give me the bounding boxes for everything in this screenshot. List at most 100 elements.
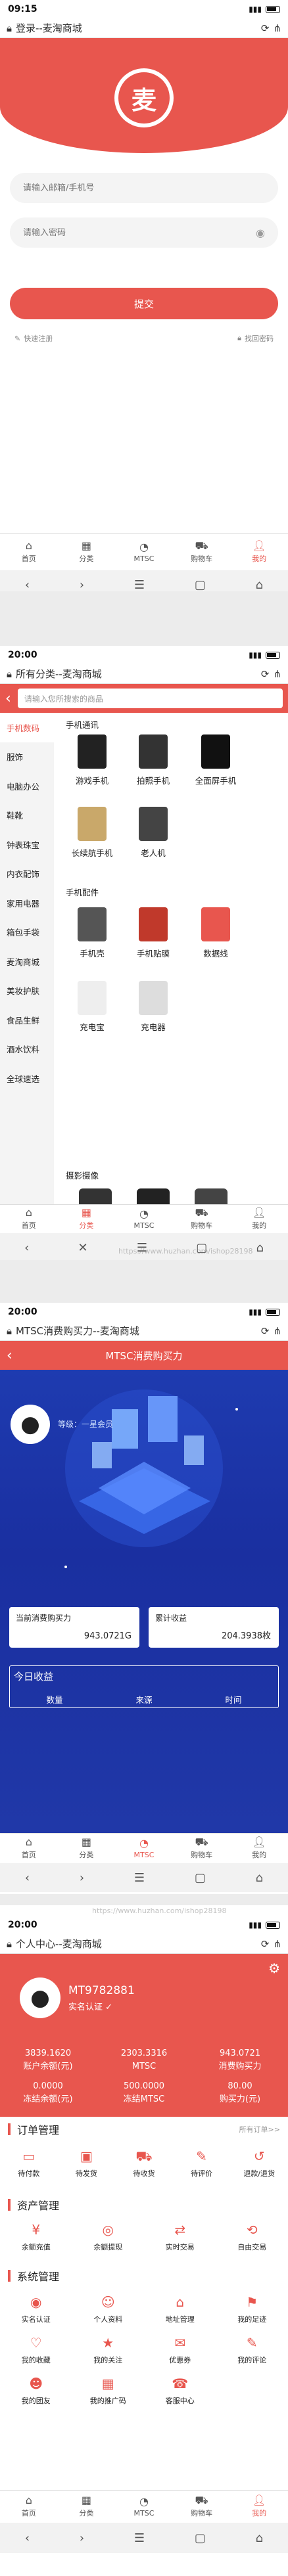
category-item[interactable]: 全球速选 bbox=[0, 1064, 54, 1093]
menu-item[interactable]: ⇄ 实时交易 bbox=[144, 2222, 216, 2252]
forgot-password-link[interactable]: 🔒︎ 找回密码 bbox=[237, 333, 274, 344]
tab-mine[interactable]: 👤︎ 我的 bbox=[230, 534, 288, 570]
category-item[interactable]: 酒水饮料 bbox=[0, 1035, 54, 1064]
product-item[interactable]: 游戏手机 bbox=[60, 734, 124, 786]
product-item[interactable]: 手机贴膜 bbox=[122, 907, 185, 959]
product-item[interactable]: 充电宝 bbox=[60, 981, 124, 1033]
tab-category[interactable]: ▦ 分类 bbox=[58, 1205, 116, 1233]
home-nav-icon[interactable]: ⌂ bbox=[256, 578, 263, 592]
menu-item[interactable]: ▣ 待发货 bbox=[58, 2148, 116, 2179]
menu-icon[interactable]: ☰ bbox=[134, 578, 145, 592]
product-item[interactable]: 手机壳 bbox=[60, 907, 124, 959]
home-nav-icon[interactable]: ⌂ bbox=[256, 1241, 263, 1255]
menu-item[interactable]: ▭ 待付款 bbox=[0, 2148, 58, 2179]
product-item[interactable]: 老人机 bbox=[122, 807, 185, 859]
category-item[interactable]: 食品生鲜 bbox=[0, 1005, 54, 1035]
menu-item[interactable]: ◎ 余额提现 bbox=[72, 2222, 145, 2252]
category-item[interactable]: 箱包手袋 bbox=[0, 918, 54, 947]
password-input[interactable] bbox=[23, 227, 256, 238]
tab-cart[interactable]: ⛟ 购物车 bbox=[173, 1834, 231, 1863]
category-item[interactable]: 鞋靴 bbox=[0, 801, 54, 830]
email-input[interactable] bbox=[23, 183, 265, 193]
tab-home[interactable]: ⌂ 首页 bbox=[0, 1205, 58, 1233]
back-icon[interactable]: ‹ bbox=[5, 690, 11, 707]
menu-item[interactable]: ✎ 我的评论 bbox=[216, 2335, 288, 2365]
menu-item[interactable]: ⟲ 自由交易 bbox=[216, 2222, 288, 2252]
refresh-icon[interactable]: ⟳ bbox=[261, 1325, 270, 1337]
forward-icon[interactable]: › bbox=[80, 1871, 84, 1885]
category-item[interactable]: 服饰 bbox=[0, 742, 54, 772]
back-icon[interactable]: ‹ bbox=[25, 2531, 30, 2545]
menu-item[interactable]: ⌂ 地址管理 bbox=[144, 2294, 216, 2324]
tab-cart[interactable]: ⛟ 购物车 bbox=[173, 1205, 231, 1233]
back-icon[interactable]: ‹ bbox=[25, 1871, 30, 1885]
tab-mine[interactable]: 👤︎ 我的 bbox=[230, 1834, 288, 1863]
back-icon[interactable]: ‹ bbox=[7, 1347, 12, 1364]
category-item[interactable]: 手机数码 bbox=[0, 713, 54, 742]
menu-item[interactable]: ↺ 退款/退货 bbox=[230, 2148, 288, 2179]
menu-icon[interactable]: ☰ bbox=[134, 1871, 145, 1885]
tab-mine[interactable]: 👤︎ 我的 bbox=[230, 1205, 288, 1233]
refresh-icon[interactable]: ⟳ bbox=[261, 1938, 270, 1950]
tab-mtsc[interactable]: ◔ MTSC bbox=[115, 2491, 173, 2523]
all-orders-link[interactable]: 所有订单>> bbox=[239, 2124, 280, 2135]
register-link[interactable]: ✎ 快速注册 bbox=[14, 333, 53, 344]
menu-item[interactable]: ★ 我的关注 bbox=[72, 2335, 145, 2365]
category-item[interactable]: 家用电器 bbox=[0, 888, 54, 918]
tab-home[interactable]: ⌂ 首页 bbox=[0, 2491, 58, 2523]
tab-mtsc[interactable]: ◔ MTSC bbox=[115, 1834, 173, 1863]
menu-item[interactable]: ⚑ 我的足迹 bbox=[216, 2294, 288, 2324]
product-item[interactable]: 长续航手机 bbox=[60, 807, 124, 859]
category-item[interactable]: 美妆护肤 bbox=[0, 976, 54, 1006]
tab-category[interactable]: ▦ 分类 bbox=[58, 534, 116, 570]
back-icon[interactable]: ‹ bbox=[24, 1241, 29, 1255]
tab-cart[interactable]: ⛟ 购物车 bbox=[173, 534, 231, 570]
menu-item[interactable]: ♡ 我的收藏 bbox=[0, 2335, 72, 2365]
back-icon[interactable]: ‹ bbox=[25, 578, 30, 592]
tab-home[interactable]: ⌂ 首页 bbox=[0, 1834, 58, 1863]
tab-mtsc[interactable]: ◔ MTSC bbox=[115, 1205, 173, 1233]
menu-item[interactable]: ¥ 余额充值 bbox=[0, 2222, 72, 2252]
home-nav-icon[interactable]: ⌂ bbox=[256, 1871, 263, 1885]
tabs-icon[interactable]: ▢ bbox=[195, 2531, 206, 2545]
avatar[interactable]: ● bbox=[20, 1977, 60, 2018]
product-item[interactable]: 数据线 bbox=[184, 907, 247, 959]
category-item[interactable]: 电脑办公 bbox=[0, 771, 54, 801]
share-icon[interactable]: ⋔ bbox=[273, 22, 281, 34]
tabs-icon[interactable]: ▢ bbox=[195, 578, 206, 592]
tab-category[interactable]: ▦ 分类 bbox=[58, 1834, 116, 1863]
category-item[interactable]: 内衣配饰 bbox=[0, 859, 54, 889]
share-icon[interactable]: ⋔ bbox=[273, 1938, 281, 1950]
menu-item[interactable]: ✉ 优惠券 bbox=[144, 2335, 216, 2365]
tab-mine[interactable]: 👤︎ 我的 bbox=[230, 2491, 288, 2523]
menu-item[interactable]: ◉ 实名认证 bbox=[0, 2294, 72, 2324]
home-nav-icon[interactable]: ⌂ bbox=[256, 2531, 263, 2545]
tab-mtsc[interactable]: ◔ MTSC bbox=[115, 534, 173, 570]
share-icon[interactable]: ⋔ bbox=[273, 1325, 281, 1337]
menu-item[interactable]: ☻ 我的团友 bbox=[0, 2376, 72, 2406]
close-icon[interactable]: ✕ bbox=[78, 1241, 88, 1255]
menu-item[interactable]: ✎ 待评价 bbox=[173, 2148, 231, 2179]
category-item[interactable]: 钟表珠宝 bbox=[0, 830, 54, 859]
category-item[interactable]: 麦淘商城 bbox=[0, 947, 54, 976]
eye-icon[interactable]: ◉ bbox=[256, 227, 265, 239]
product-item[interactable]: 全面屏手机 bbox=[184, 734, 247, 786]
menu-item[interactable]: ☎ 客服中心 bbox=[144, 2376, 216, 2406]
menu-item[interactable]: ⛟ 待收货 bbox=[115, 2148, 173, 2179]
refresh-icon[interactable]: ⟳ bbox=[261, 668, 270, 680]
password-field[interactable]: ◉ bbox=[10, 217, 278, 248]
forward-icon[interactable]: › bbox=[80, 2531, 84, 2545]
tab-cart[interactable]: ⛟ 购物车 bbox=[173, 2491, 231, 2523]
share-icon[interactable]: ⋔ bbox=[273, 668, 281, 680]
email-field[interactable] bbox=[10, 173, 278, 203]
tab-category[interactable]: ▦ 分类 bbox=[58, 2491, 116, 2523]
tab-home[interactable]: ⌂ 首页 bbox=[0, 534, 58, 570]
product-item[interactable]: 充电器 bbox=[122, 981, 185, 1033]
gear-icon[interactable]: ⚙ bbox=[268, 1960, 280, 1976]
submit-button[interactable]: 提交 bbox=[10, 288, 278, 319]
menu-item[interactable]: ▦ 我的推广码 bbox=[72, 2376, 145, 2406]
menu-icon[interactable]: ☰ bbox=[134, 2531, 145, 2545]
forward-icon[interactable]: › bbox=[80, 578, 84, 592]
product-item[interactable]: 拍照手机 bbox=[122, 734, 185, 786]
tabs-icon[interactable]: ▢ bbox=[195, 1871, 206, 1885]
